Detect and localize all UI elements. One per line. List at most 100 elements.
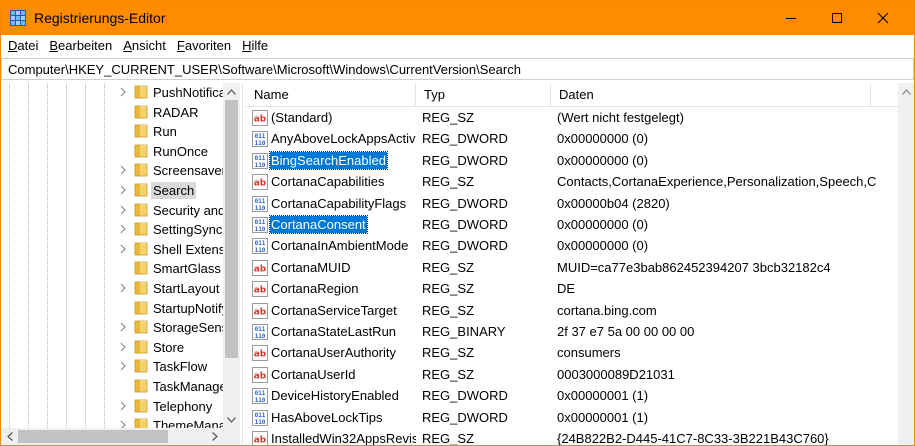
folder-icon [134,203,148,216]
address-path[interactable]: Computer\HKEY_CURRENT_USER\Software\Micr… [8,62,521,77]
registry-editor-icon [10,10,26,26]
value-type: REG_DWORD [422,238,508,254]
tree-item[interactable]: RADAR [1,102,223,123]
menu-bearbeiten[interactable]: Bearbeiten [44,35,118,57]
string-value-icon: ab [252,431,268,445]
chevron-right-icon[interactable] [117,86,129,98]
value-row[interactable]: ab CortanaRegion REG_SZ DE [246,278,898,299]
value-row[interactable]: 011 110 HasAboveLockTips REG_DWORD 0x0000000… [246,407,898,428]
tree-item[interactable]: Store [1,337,223,358]
menu-ansicht[interactable]: Ansicht [118,35,172,57]
tree-item[interactable]: SmartGlass [1,258,223,279]
value-row[interactable]: 011 110 DeviceHistoryEnabled REG_DWORD 0x000… [246,385,898,406]
tree-item[interactable]: RunOnce [1,141,223,162]
values-pane: Name Typ Daten ab (Standard) REG_SZ (Wert n… [246,83,914,445]
column-header-type[interactable]: Typ [416,83,551,107]
menu-hilfe[interactable]: Hilfe [237,35,274,57]
scroll-thumb[interactable] [18,430,168,443]
folder-icon [134,418,148,428]
value-type: REG_DWORD [422,152,508,168]
folder-icon [134,124,148,138]
tree-item[interactable]: SettingSync [1,219,223,240]
value-row[interactable]: 011 110 CortanaStateLastRun REG_BINARY 2f 37… [246,321,898,342]
scroll-up-button[interactable] [898,83,914,100]
chevron-right-icon[interactable] [117,419,129,428]
value-type: REG_BINARY [422,324,506,339]
value-row[interactable]: 011 110 CortanaInAmbientMode REG_DWORD 0x000… [246,235,898,256]
value-row[interactable]: ab CortanaUserAuthority REG_SZ consumers [246,342,898,363]
close-button[interactable] [860,1,906,35]
tree-item[interactable]: ThemeManager [1,415,223,428]
chevron-right-icon[interactable] [117,321,129,333]
tree-item[interactable]: Shell Extensions [1,239,223,260]
value-row[interactable]: ab InstalledWin32AppsRevision REG_SZ {24B82… [246,428,898,445]
title-bar[interactable]: Registrierungs-Editor [1,1,914,35]
value-name: CortanaStateLastRun [271,324,397,339]
tree-item[interactable]: StartLayout [1,278,223,299]
scroll-up-button[interactable] [223,83,240,100]
tree-vertical-scrollbar[interactable] [223,83,240,428]
binary-value-icon: 011110 [252,195,268,212]
tree-item[interactable]: Telephony [1,396,223,417]
chevron-right-icon[interactable] [117,243,129,255]
value-type: REG_SZ [422,366,475,382]
value-row[interactable]: ab (Standard) REG_SZ (Wert nicht festgelegt… [246,107,898,128]
values-vertical-scrollbar[interactable] [898,83,914,445]
minimize-button[interactable] [768,1,814,35]
value-type: REG_SZ [422,431,475,445]
key-tree-pane: PushNotifications RADAR Run RunOnce Screensa… [1,83,243,445]
tree-item[interactable]: PushNotifications [1,83,223,103]
chevron-right-icon[interactable] [117,341,129,353]
maximize-button[interactable] [814,1,860,35]
chevron-right-icon[interactable] [117,223,129,235]
value-data: (Wert nicht festgelegt) [557,110,684,125]
value-type: REG_SZ [422,259,475,275]
tree-item[interactable]: Screensavers [1,160,223,181]
value-data: 0x00000b04 (2820) [557,195,670,211]
value-data: 2f 37 e7 5a 00 00 00 00 [557,324,695,339]
value-name: CortanaConsent [269,215,368,234]
tree-item[interactable]: Security and Maintenance [1,200,223,221]
chevron-right-icon[interactable] [117,360,129,372]
scroll-right-button[interactable] [206,428,223,445]
chevron-right-icon[interactable] [117,164,129,176]
value-row[interactable]: ab CortanaUserId REG_SZ 0003000089D21031 [246,364,898,385]
folder-icon [134,183,148,197]
scroll-thumb[interactable] [225,100,238,358]
value-type: REG_SZ [422,110,475,125]
tree-item[interactable]: StartupNotify [1,298,223,319]
scroll-left-button[interactable] [1,428,18,445]
value-type: REG_SZ [422,345,475,361]
scroll-down-button[interactable] [223,411,240,428]
menu-favoriten[interactable]: Favoriten [172,35,237,57]
tree-item[interactable]: TaskManager [1,376,223,397]
chevron-right-icon[interactable] [117,400,129,412]
binary-value-icon: 011110 [252,388,268,405]
chevron-right-icon[interactable] [117,282,129,294]
value-data: cortana.bing.com [557,302,657,318]
column-header-data[interactable]: Daten [551,83,871,107]
value-row[interactable]: 011 110 CortanaConsent REG_DWORD 0x00000000 … [246,214,898,235]
svg-text:ab: ab [254,264,267,274]
chevron-right-icon[interactable] [117,204,129,216]
value-row[interactable]: 011 110 AnyAboveLockAppsActive REG_DWORD 0x0… [246,128,898,149]
column-header-name[interactable]: Name [246,83,416,107]
tree-item[interactable]: TaskFlow [1,356,223,377]
value-row[interactable]: ab CortanaCapabilities REG_SZ Contacts,Cort… [246,171,898,192]
value-data: 0x00000001 (1) [557,409,649,425]
tree-item-label: ThemeManager [153,418,223,428]
value-row[interactable]: ab CortanaMUID REG_SZ MUID=ca77e3bab8624523… [246,257,898,278]
value-row[interactable]: 011 110 BingSearchEnabled REG_DWORD 0x000000… [246,150,898,171]
value-row[interactable]: ab CortanaServiceTarget REG_SZ cortana.bing… [246,300,898,321]
chevron-right-icon[interactable] [117,184,129,196]
tree-item[interactable]: Run [1,121,223,142]
value-type: REG_SZ [422,302,475,318]
tree-horizontal-scrollbar[interactable] [1,428,223,445]
value-type: REG_DWORD [422,388,508,404]
value-row[interactable]: 011 110 CortanaCapabilityFlags REG_DWORD 0x0… [246,193,898,214]
value-type: REG_DWORD [422,195,508,211]
tree-item[interactable]: StorageSense [1,317,223,338]
address-bar[interactable]: Computer\HKEY_CURRENT_USER\Software\Micr… [1,58,914,80]
menu-datei[interactable]: Datei [3,35,44,57]
tree-item[interactable]: Search [1,180,223,201]
